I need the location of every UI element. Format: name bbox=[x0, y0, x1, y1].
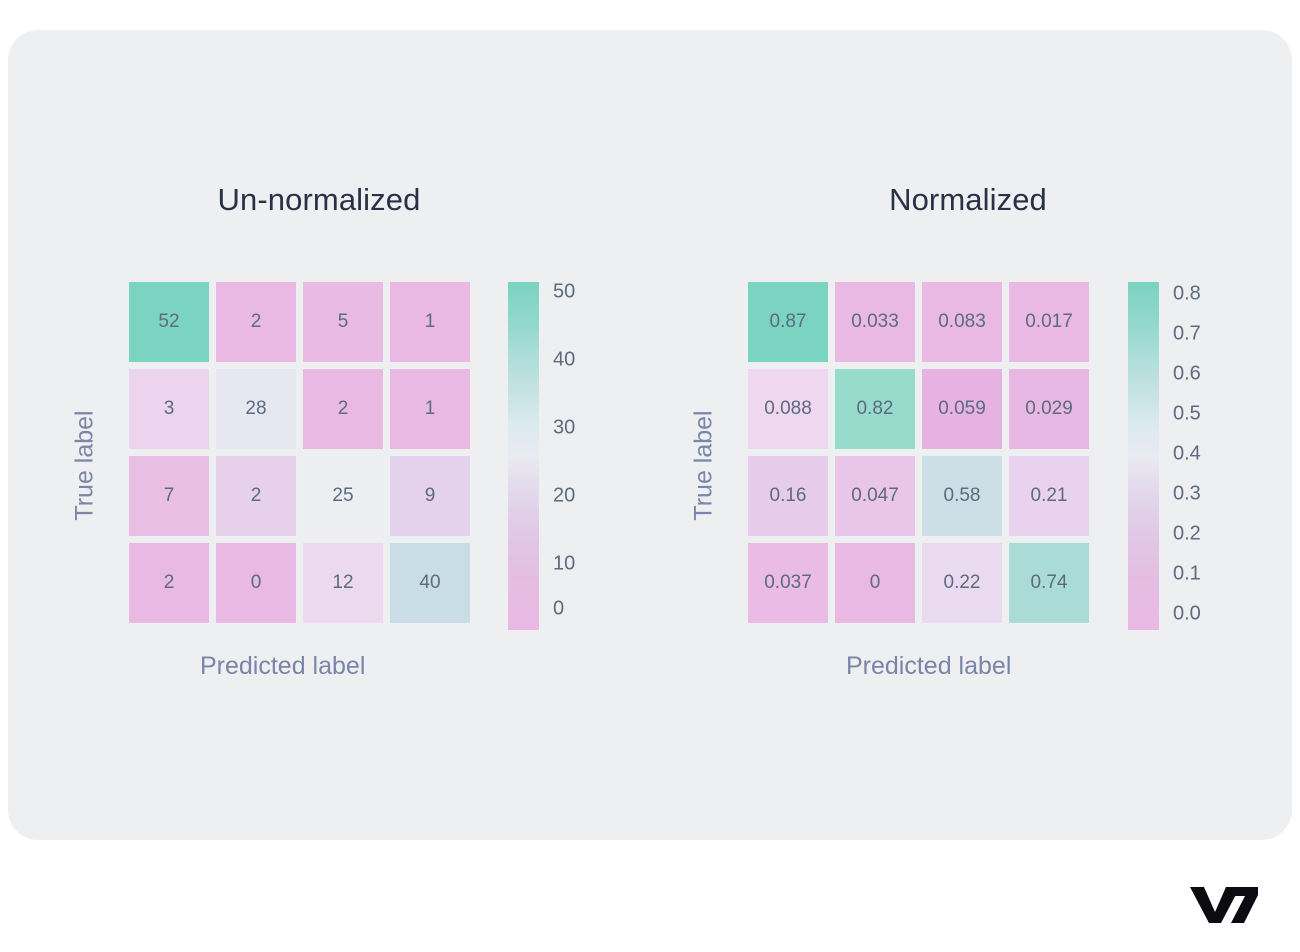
x-axis-label-un-normalized: Predicted label bbox=[200, 652, 366, 680]
heatmap-cell: 2 bbox=[303, 369, 383, 449]
colorbar-tick-label: 50 bbox=[553, 280, 576, 303]
heatmap-cell: 7 bbox=[129, 456, 209, 536]
heatmap-cell: 0.047 bbox=[835, 456, 915, 536]
confusion-matrix-un-normalized: Un-normalized 52 2 5 1 3 28 2 1 7 2 25 9 2 0 12 40 True… bbox=[8, 30, 650, 840]
figure-panel: Un-normalized 52 2 5 1 3 28 2 1 7 2 25 9 2 0 12 40 True… bbox=[8, 30, 1292, 840]
colorbar-normalized: 0.8 0.7 0.6 0.5 0.4 0.3 0.2 0.1 0.0 bbox=[1128, 282, 1201, 630]
confusion-matrix-normalized: Normalized 0.87 0.033 0.083 0.017 0.088 0.82 0… bbox=[650, 30, 1292, 840]
colorbar-gradient-normalized bbox=[1128, 282, 1159, 630]
colorbar-tick-label: 0.6 bbox=[1173, 362, 1201, 385]
colorbar-tick-label: 0.1 bbox=[1173, 562, 1201, 585]
colorbar-tick-label: 0.7 bbox=[1173, 322, 1201, 345]
chart-title-un-normalized: Un-normalized bbox=[217, 182, 421, 217]
colorbar-un-normalized: 50 40 30 20 10 0 bbox=[508, 281, 575, 630]
heatmap-cell: 0.82 bbox=[835, 369, 915, 449]
heatmap-cell: 0.088 bbox=[748, 369, 828, 449]
colorbar-tick-label: 0.4 bbox=[1173, 442, 1201, 465]
v7-logo bbox=[1190, 887, 1258, 923]
heatmap-cell: 40 bbox=[390, 543, 470, 623]
heatmap-cell: 0.037 bbox=[748, 543, 828, 623]
heatmap-cell: 0 bbox=[835, 543, 915, 623]
heatmap-cell: 5 bbox=[303, 282, 383, 362]
colorbar-tick-label: 30 bbox=[553, 416, 576, 439]
heatmap-cell: 0.083 bbox=[922, 282, 1002, 362]
heatmap-cell: 2 bbox=[216, 282, 296, 362]
heatmap-cell: 0.033 bbox=[835, 282, 915, 362]
heatmap-cell: 0.059 bbox=[922, 369, 1002, 449]
colorbar-tick-label: 40 bbox=[553, 348, 576, 371]
colorbar-tick-label: 0.0 bbox=[1173, 602, 1201, 625]
heatmap-cell: 0.22 bbox=[922, 543, 1002, 623]
heatmap-grid-normalized: 0.87 0.033 0.083 0.017 0.088 0.82 0.059 0.029 0.… bbox=[748, 282, 1089, 623]
heatmap-grid-un-normalized: 52 2 5 1 3 28 2 1 7 2 25 9 2 0 12 40 bbox=[129, 282, 470, 623]
heatmap-cell: 0.017 bbox=[1009, 282, 1089, 362]
heatmap-cell: 3 bbox=[129, 369, 209, 449]
heatmap-cell: 0.029 bbox=[1009, 369, 1089, 449]
heatmap-cell: 0.16 bbox=[748, 456, 828, 536]
x-axis-label-normalized: Predicted label bbox=[846, 652, 1012, 680]
colorbar-tick-label: 0 bbox=[553, 597, 565, 620]
colorbar-tick-label: 20 bbox=[553, 484, 576, 507]
colorbar-gradient-un-normalized bbox=[508, 282, 539, 630]
heatmap-cell: 2 bbox=[129, 543, 209, 623]
heatmap-cell: 0.87 bbox=[748, 282, 828, 362]
heatmap-cell: 28 bbox=[216, 369, 296, 449]
colorbar-tick-label: 0.8 bbox=[1173, 282, 1201, 305]
heatmap-cell: 0.58 bbox=[922, 456, 1002, 536]
heatmap-cell: 52 bbox=[129, 282, 209, 362]
heatmap-cell: 2 bbox=[216, 456, 296, 536]
heatmap-cell: 9 bbox=[390, 456, 470, 536]
colorbar-tick-label: 0.3 bbox=[1173, 482, 1201, 505]
heatmap-cell: 0 bbox=[216, 543, 296, 623]
colorbar-tick-label: 0.2 bbox=[1173, 522, 1201, 545]
y-axis-label-un-normalized: True label bbox=[70, 410, 99, 521]
heatmap-cell: 0.21 bbox=[1009, 456, 1089, 536]
colorbar-ticks-un-normalized: 50 40 30 20 10 0 bbox=[553, 280, 623, 630]
heatmap-cell: 0.74 bbox=[1009, 543, 1089, 623]
colorbar-tick-label: 10 bbox=[553, 552, 576, 574]
y-axis-label-normalized: True label bbox=[689, 410, 718, 521]
heatmap-cell: 12 bbox=[303, 543, 383, 623]
chart-title-normalized: Normalized bbox=[889, 182, 1047, 217]
colorbar-tick-label: 0.5 bbox=[1173, 402, 1201, 425]
heatmap-cell: 1 bbox=[390, 369, 470, 449]
heatmap-cell: 25 bbox=[303, 456, 383, 536]
colorbar-ticks-normalized: 0.8 0.7 0.6 0.5 0.4 0.3 0.2 0.1 0.0 bbox=[1173, 282, 1243, 630]
heatmap-cell: 1 bbox=[390, 282, 470, 362]
